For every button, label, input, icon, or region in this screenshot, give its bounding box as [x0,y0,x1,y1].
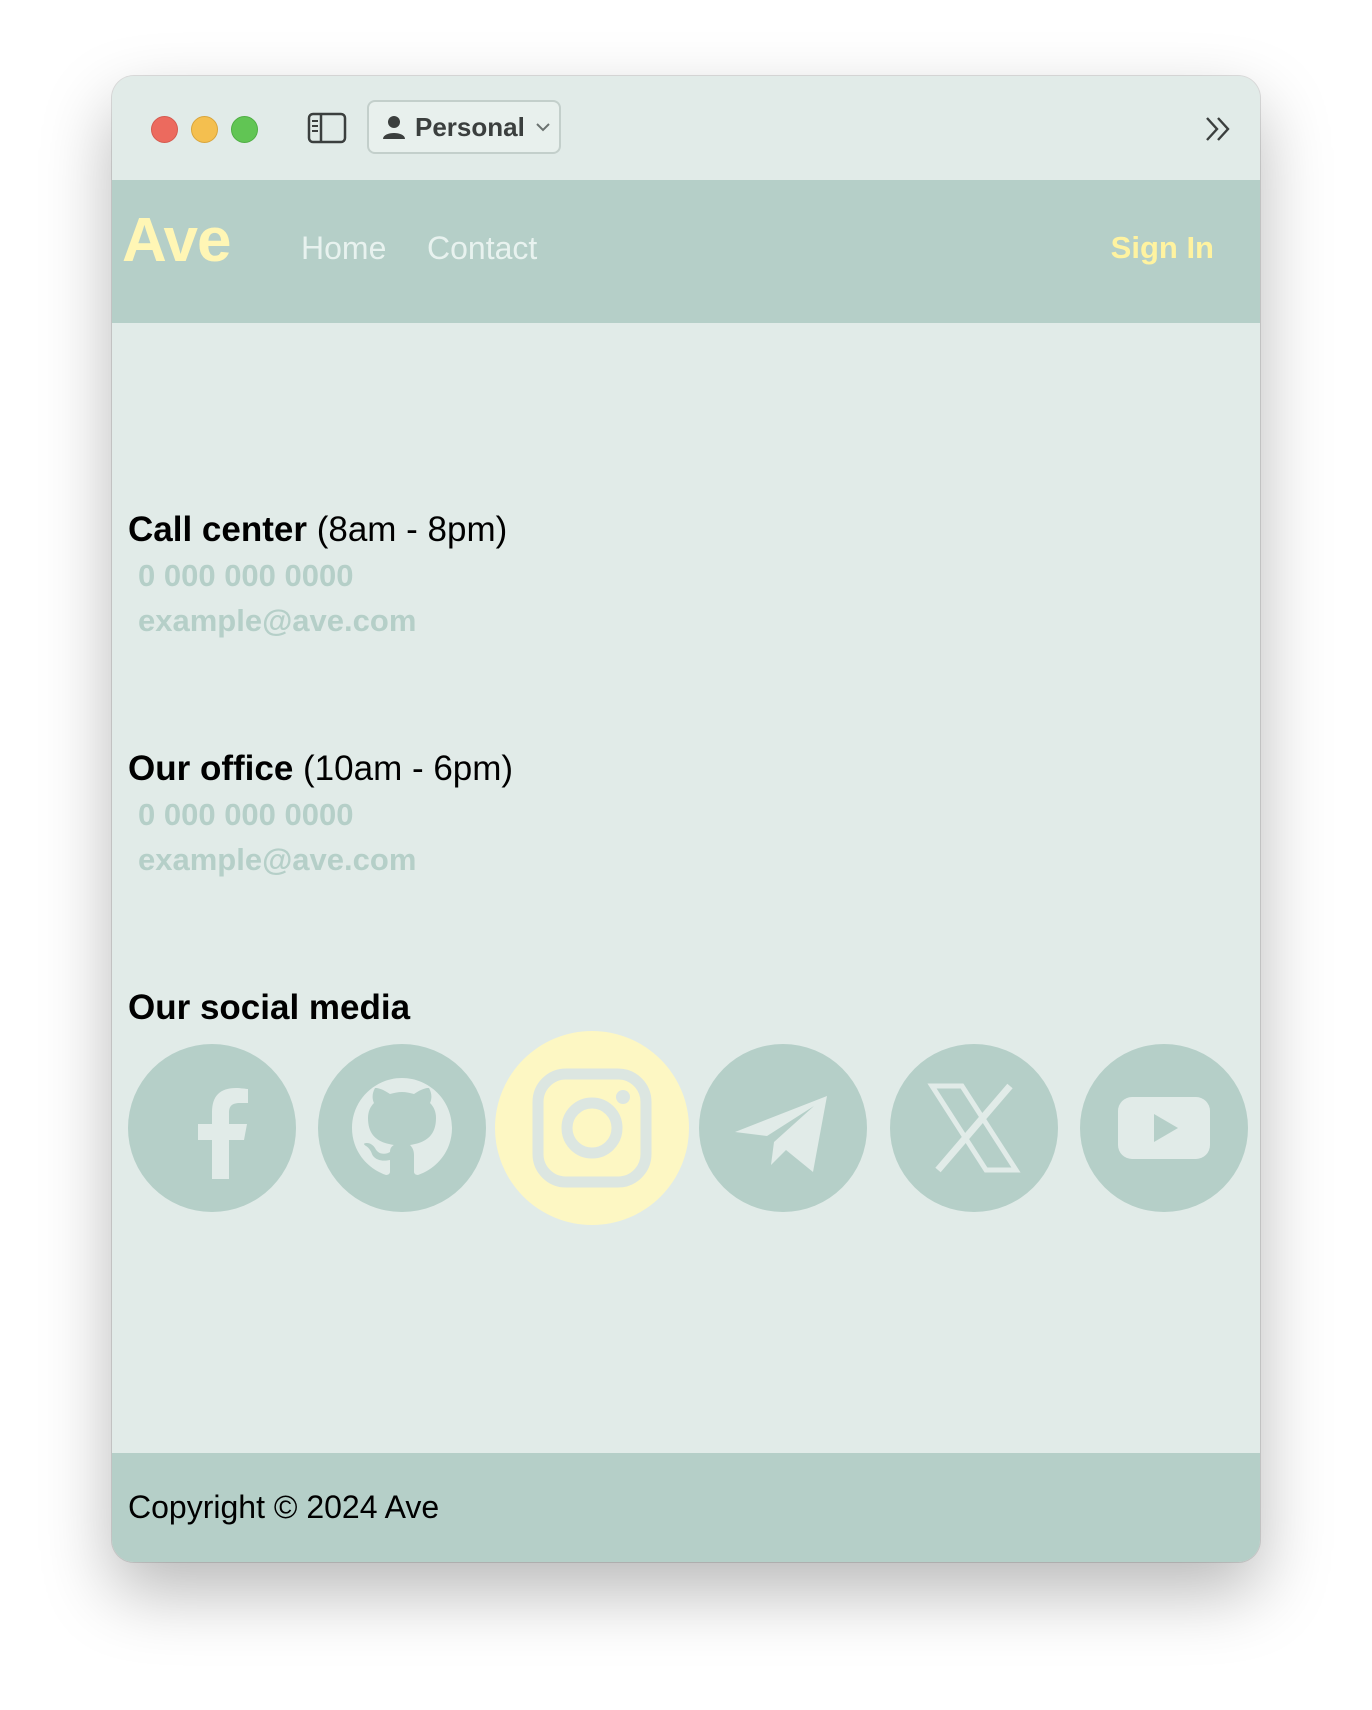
github-link[interactable] [318,1044,486,1212]
brand-logo[interactable]: Ave [122,210,231,272]
person-icon [383,116,405,139]
call-center-phone[interactable]: 0 000 000 0000 [138,560,354,591]
title-bar: Personal [112,76,1260,180]
social-heading: Our social media [128,990,410,1025]
youtube-icon [1118,1097,1210,1159]
call-center-hours: (8am - 8pm) [316,510,508,549]
telegram-link[interactable] [699,1044,867,1212]
sign-in-link[interactable]: Sign In [1111,232,1214,263]
office-title: Our office [128,749,294,788]
instagram-link[interactable] [495,1031,689,1225]
minimize-window-button[interactable] [191,116,218,143]
social-title: Our social media [128,988,411,1027]
nav-link-contact[interactable]: Contact [427,232,537,264]
call-center-email[interactable]: example@ave.com [138,605,416,636]
site-footer: Copyright © 2024 Ave [112,1453,1260,1562]
github-icon [352,1078,452,1175]
youtube-link[interactable] [1080,1044,1248,1212]
call-center-title: Call center [128,510,307,549]
facebook-link[interactable] [128,1044,296,1212]
maximize-window-button[interactable] [231,116,258,143]
browser-window: Personal Ave Home Contact Sign In Call c… [112,76,1260,1562]
copyright-text: Copyright © 2024 Ave [128,1489,440,1525]
close-window-button[interactable] [151,116,178,143]
sidebar-toggle-icon[interactable] [307,112,347,144]
office-phone[interactable]: 0 000 000 0000 [138,799,354,830]
office-heading: Our office (10am - 6pm) [128,751,513,786]
site-navbar: Ave Home Contact Sign In [112,180,1260,323]
office-hours: (10am - 6pm) [303,749,514,788]
nav-link-home[interactable]: Home [301,232,386,264]
profile-button[interactable]: Personal [367,100,561,154]
instagram-icon [532,1068,652,1188]
x-icon [927,1083,1021,1173]
call-center-heading: Call center (8am - 8pm) [128,512,507,547]
double-chevron-right-icon[interactable] [1204,116,1234,142]
office-email[interactable]: example@ave.com [138,844,416,875]
telegram-icon [735,1096,827,1172]
x-link[interactable] [890,1044,1058,1212]
facebook-icon [198,1088,248,1179]
profile-label: Personal [415,111,525,142]
chevron-down-icon [536,123,550,132]
